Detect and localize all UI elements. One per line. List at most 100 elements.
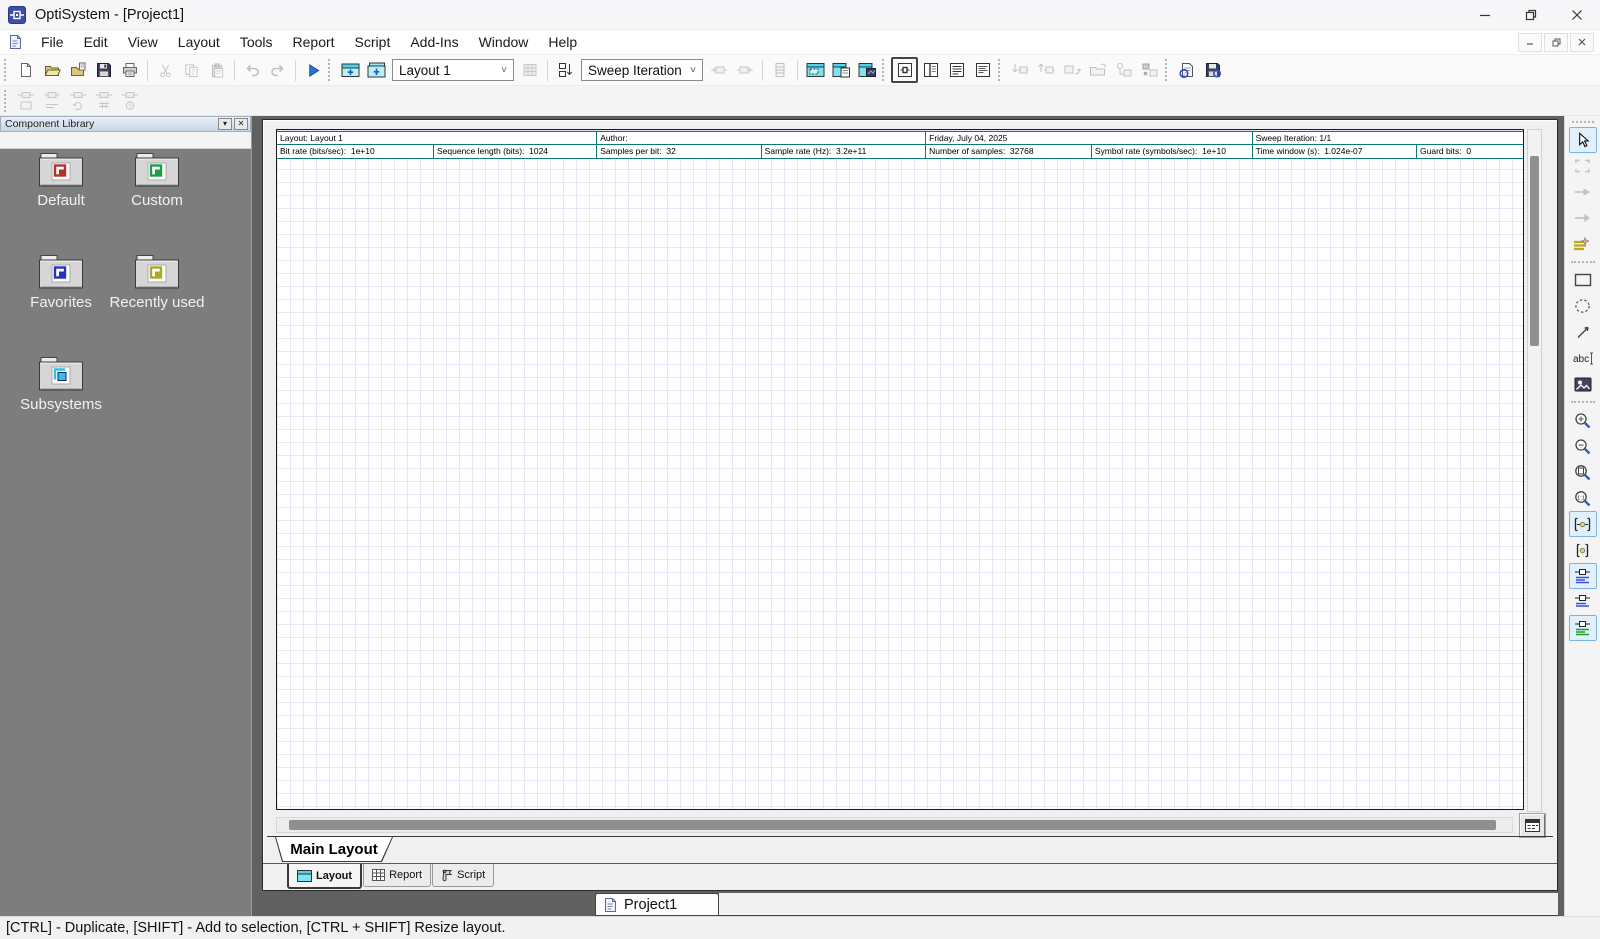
folder-subsystems[interactable]: Subsystems	[2, 355, 120, 413]
import-project-button[interactable]	[65, 58, 91, 83]
menu-window[interactable]: Window	[469, 31, 539, 53]
draw-rectangle-button[interactable]	[1569, 267, 1597, 293]
sweep-order-button[interactable]	[552, 58, 578, 83]
layout-canvas[interactable]: Layout: Layout 1 Author: Friday, July 04…	[276, 129, 1524, 810]
panel-close-button[interactable]: ✕	[234, 118, 248, 130]
component-frame-button[interactable]	[13, 88, 39, 113]
panel-collapse-button[interactable]: ▾	[218, 118, 232, 130]
tab-script[interactable]: Script	[432, 864, 494, 887]
zoom-out-button[interactable]	[1569, 433, 1597, 459]
connect-error-button[interactable]	[1137, 58, 1163, 83]
menu-layout[interactable]: Layout	[168, 31, 230, 53]
folder-recently-used[interactable]: Recently used	[98, 253, 216, 311]
canvas-vertical-scrollbar[interactable]	[1527, 129, 1542, 812]
component-help-button[interactable]: ?	[117, 88, 143, 113]
layout-table-button[interactable]	[517, 58, 543, 83]
layout-script-button[interactable]	[1569, 231, 1597, 257]
project-tab[interactable]: Project1	[595, 893, 719, 916]
paste-button[interactable]	[204, 58, 230, 83]
report-editor-button[interactable]	[828, 58, 854, 83]
previous-sweep-button[interactable]	[706, 58, 732, 83]
draw-ellipse-button[interactable]	[1569, 293, 1597, 319]
open-project-button[interactable]	[39, 58, 65, 83]
view-component-button[interactable]	[891, 57, 918, 83]
toolbar-grip[interactable]	[998, 59, 1002, 81]
new-layout-button[interactable]	[337, 58, 363, 83]
print-button[interactable]	[117, 58, 143, 83]
edit-script-button[interactable]	[1174, 58, 1200, 83]
select-cursor-button[interactable]	[1569, 127, 1597, 153]
insert-image-button[interactable]	[1569, 371, 1597, 397]
component-lines-button[interactable]	[39, 88, 65, 113]
view-text-icon	[975, 62, 991, 78]
save-default-button[interactable]	[1200, 58, 1226, 83]
flow-direction-button[interactable]	[1569, 179, 1597, 205]
component-refresh-button[interactable]	[65, 88, 91, 113]
canvas-horizontal-scrollbar[interactable]	[276, 817, 1513, 833]
menu-report[interactable]: Report	[283, 31, 345, 53]
save-project-button[interactable]	[91, 58, 117, 83]
toolbar-grip[interactable]	[1165, 59, 1169, 81]
align-components-green-button[interactable]	[1569, 615, 1597, 641]
cut-button[interactable]	[152, 58, 178, 83]
undo-button[interactable]	[239, 58, 265, 83]
component-upload-button[interactable]	[1059, 58, 1085, 83]
3d-editor-button[interactable]	[854, 58, 880, 83]
layout-combobox[interactable]: Layout 1 ˅	[392, 59, 514, 81]
draw-text-button[interactable]: abc	[1569, 345, 1597, 371]
toolbar-grip[interactable]	[4, 59, 8, 81]
align-components-blue-button[interactable]	[1569, 563, 1597, 589]
select-region-button[interactable]	[1569, 153, 1597, 179]
toolbar-grip[interactable]	[328, 59, 332, 81]
duplicate-layout-button[interactable]	[363, 58, 389, 83]
minimize-button[interactable]	[1462, 0, 1508, 29]
mdi-restore-button[interactable]	[1544, 33, 1568, 52]
sweep-combobox[interactable]: Sweep Iteration ˅	[581, 59, 703, 81]
tab-report[interactable]: Report	[363, 864, 431, 887]
menu-addins[interactable]: Add-Ins	[400, 31, 468, 53]
copy-button[interactable]	[178, 58, 204, 83]
view-split-button[interactable]	[918, 58, 944, 83]
next-sweep-button[interactable]	[732, 58, 758, 83]
connect-auto-button[interactable]	[1007, 58, 1033, 83]
calculate-button[interactable]	[300, 58, 326, 83]
align-components-blue2-button[interactable]	[1569, 589, 1597, 615]
layout-editor-button[interactable]	[802, 58, 828, 83]
draw-line-button[interactable]	[1569, 319, 1597, 345]
toolbar-grip[interactable]	[1572, 121, 1594, 123]
toolbar-grip[interactable]	[4, 90, 8, 112]
new-document-button[interactable]	[13, 58, 39, 83]
menu-file[interactable]: File	[31, 31, 74, 53]
menu-help[interactable]: Help	[538, 31, 587, 53]
horizontal-scrollbar-thumb[interactable]	[289, 820, 1496, 830]
menu-view[interactable]: View	[118, 31, 168, 53]
view-report-button[interactable]	[944, 58, 970, 83]
menu-edit[interactable]: Edit	[74, 31, 118, 53]
iterations-table-button[interactable]	[767, 58, 793, 83]
component-open-button[interactable]	[1085, 58, 1111, 83]
layout-overview-button[interactable]	[1520, 814, 1545, 837]
main-layout-sheet-tab[interactable]: Main Layout	[275, 837, 393, 862]
tab-layout[interactable]: Layout	[287, 864, 362, 889]
redo-button[interactable]	[265, 58, 291, 83]
fit-horizontal-button[interactable]	[1569, 511, 1597, 537]
view-text-button[interactable]	[970, 58, 996, 83]
close-button[interactable]	[1554, 0, 1600, 29]
component-grid-button[interactable]	[91, 88, 117, 113]
folder-custom[interactable]: Custom	[98, 151, 216, 209]
zoom-page-button[interactable]	[1569, 459, 1597, 485]
zoom-actual-button[interactable]: 1:1	[1569, 485, 1597, 511]
mdi-close-button[interactable]	[1570, 33, 1594, 52]
menu-tools[interactable]: Tools	[230, 31, 283, 53]
zoom-in-button[interactable]	[1569, 407, 1597, 433]
connect-manual-button[interactable]	[1033, 58, 1059, 83]
restore-button[interactable]	[1508, 0, 1554, 29]
folder-icon	[37, 253, 85, 291]
menu-script[interactable]: Script	[345, 31, 401, 53]
toolbar-grip[interactable]	[882, 59, 886, 81]
component-check-button[interactable]	[1111, 58, 1137, 83]
draw-arrow-button[interactable]	[1569, 205, 1597, 231]
fit-vertical-button[interactable]	[1569, 537, 1597, 563]
mdi-minimize-button[interactable]	[1518, 33, 1542, 52]
vertical-scrollbar-thumb[interactable]	[1530, 156, 1539, 346]
